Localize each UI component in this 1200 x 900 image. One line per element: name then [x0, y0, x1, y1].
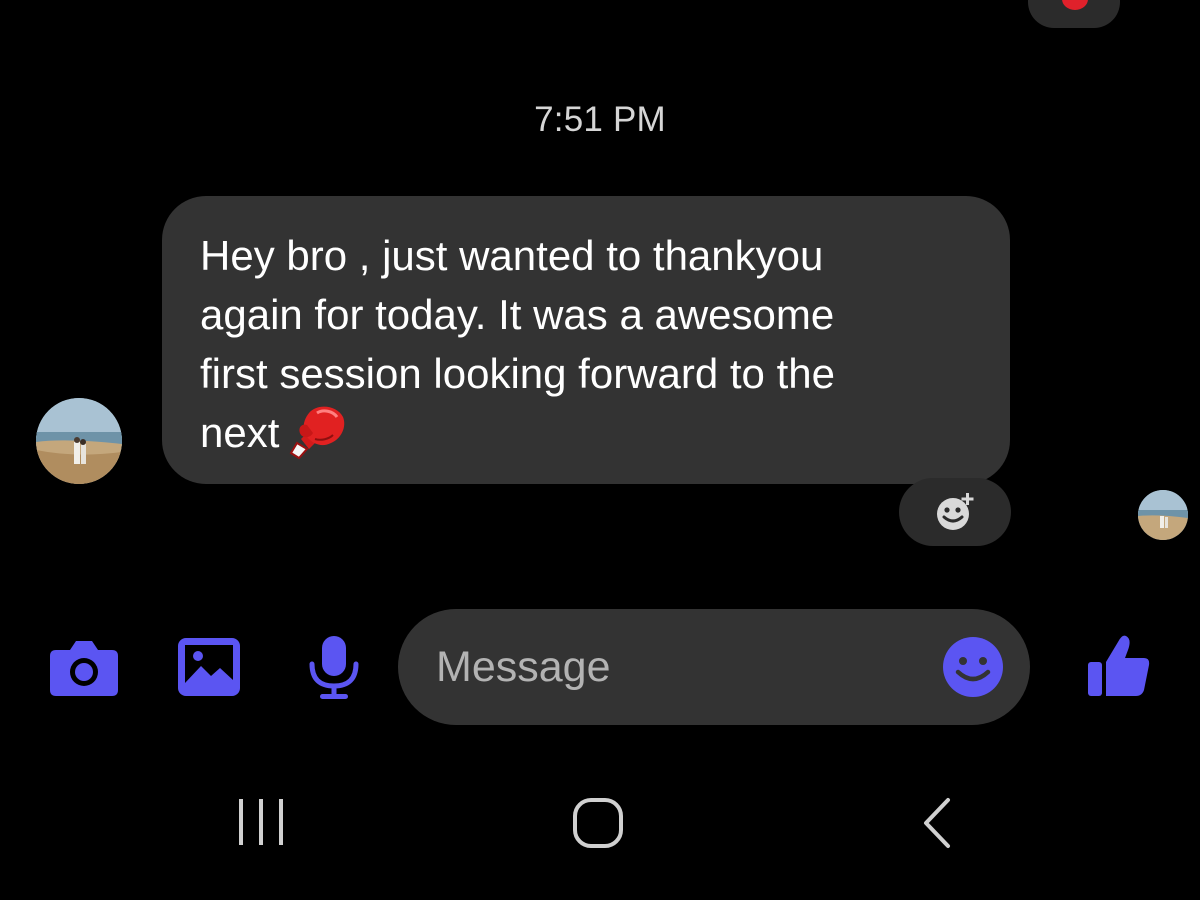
back-button[interactable] — [920, 797, 954, 854]
previous-reaction-pill[interactable] — [1028, 0, 1120, 28]
microphone-icon — [309, 636, 359, 699]
thumbs-up-icon — [1088, 635, 1150, 696]
contact-avatar[interactable] — [36, 398, 122, 484]
camera-button[interactable] — [48, 636, 120, 698]
back-icon — [924, 798, 950, 848]
boxing-glove-icon — [290, 406, 345, 459]
message-timestamp: 7:51 PM — [534, 100, 666, 139]
home-button[interactable] — [572, 797, 624, 854]
emoji-smiley-icon — [943, 637, 1003, 697]
message-placeholder: Message — [436, 643, 611, 691]
camera-icon — [50, 641, 118, 696]
recent-apps-button[interactable] — [236, 797, 286, 852]
message-input[interactable]: Message — [398, 609, 1030, 725]
gallery-button[interactable] — [178, 636, 242, 698]
home-icon — [573, 798, 623, 848]
received-message-bubble[interactable]: Hey bro , just wanted to thankyou again … — [162, 196, 1010, 484]
message-text: Hey bro , just wanted to thankyou again … — [200, 226, 972, 462]
microphone-button[interactable] — [306, 634, 362, 700]
add-reaction-button[interactable] — [899, 478, 1011, 546]
read-receipt-avatar — [1138, 490, 1188, 540]
add-reaction-icon — [937, 493, 974, 530]
heart-reaction-icon — [1062, 0, 1088, 10]
recent-apps-icon — [239, 799, 283, 845]
emoji-button[interactable] — [942, 636, 1004, 703]
gallery-icon — [178, 638, 240, 696]
like-button[interactable] — [1084, 632, 1152, 705]
